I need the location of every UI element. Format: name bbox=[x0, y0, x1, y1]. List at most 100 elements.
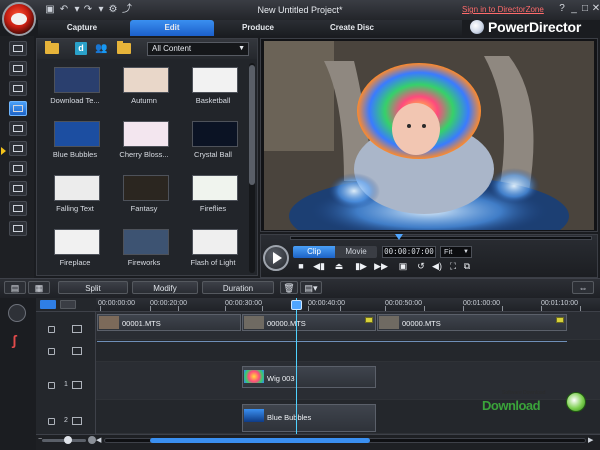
delete-icon[interactable]: 🗑 bbox=[280, 281, 298, 294]
modify-button[interactable]: Modify bbox=[132, 281, 198, 294]
preview-scrubber[interactable] bbox=[290, 236, 592, 240]
track-number: 1 bbox=[64, 381, 68, 388]
preview-video[interactable] bbox=[264, 41, 594, 230]
download-icon[interactable]: 👥 bbox=[95, 43, 111, 55]
brand: PowerDirector bbox=[470, 17, 581, 37]
close-button[interactable]: ✕ bbox=[590, 3, 600, 15]
lock-icon[interactable] bbox=[48, 326, 55, 333]
particle-room-icon[interactable] bbox=[9, 101, 27, 116]
transition-room-icon[interactable] bbox=[9, 141, 27, 156]
split-audio-icon[interactable]: ⏏ bbox=[332, 260, 346, 272]
redo-dropdown-icon[interactable]: ▾ bbox=[95, 4, 107, 15]
timecode-field[interactable]: 00:00:07:00 bbox=[382, 246, 436, 258]
pip-objects-room-icon[interactable] bbox=[9, 81, 27, 96]
zoom-slider-knob[interactable] bbox=[64, 436, 72, 444]
detach-preview-icon[interactable]: ⧉ bbox=[460, 260, 474, 272]
timeline-clip[interactable]: 00001.MTS bbox=[97, 314, 241, 331]
timeline-clip[interactable]: 00000.MTS bbox=[377, 314, 567, 331]
save-icon[interactable]: ▣ bbox=[44, 4, 56, 15]
undo-icon[interactable]: ↶ bbox=[58, 4, 70, 15]
volume-icon[interactable]: ◀) bbox=[430, 260, 444, 272]
storyboard-view-icon[interactable]: ▦ bbox=[28, 281, 50, 294]
loop-icon[interactable]: ↺ bbox=[414, 260, 428, 272]
library-item[interactable]: Crystal Ball bbox=[179, 117, 247, 171]
title-room-icon[interactable] bbox=[9, 121, 27, 136]
library-item[interactable]: Fireplace bbox=[41, 225, 109, 279]
video-track-icon[interactable] bbox=[72, 325, 82, 333]
scroll-left-icon[interactable]: ◀ bbox=[96, 436, 101, 444]
tab-edit[interactable]: Edit bbox=[130, 20, 214, 36]
voice-over-room-icon[interactable] bbox=[9, 181, 27, 196]
library-item[interactable]: Autumn bbox=[110, 63, 178, 117]
signin-link[interactable]: Sign in to DirectorZone bbox=[462, 5, 544, 14]
library-item[interactable]: Basketball bbox=[179, 63, 247, 117]
previous-frame-icon[interactable]: ◀▮ bbox=[312, 260, 326, 272]
clip-mode-toggle[interactable]: Clip bbox=[293, 246, 335, 258]
panel-toggle-arrow-icon[interactable] bbox=[1, 147, 6, 155]
fit-timeline-icon[interactable]: ⇔ bbox=[572, 281, 594, 294]
app-logo[interactable] bbox=[2, 2, 36, 36]
media-room-icon[interactable] bbox=[9, 41, 27, 56]
library-item[interactable]: Flash of Light bbox=[179, 225, 247, 279]
chevron-down-icon: ▼ bbox=[463, 249, 469, 255]
next-frame-icon[interactable]: ▮▶ bbox=[354, 260, 368, 272]
lock-icon[interactable] bbox=[48, 348, 55, 355]
watermark-logo: Software Download Download bbox=[474, 390, 594, 420]
zoom-in-icon[interactable] bbox=[88, 436, 96, 444]
ruler-tick bbox=[580, 306, 581, 311]
playhead-handle[interactable] bbox=[291, 300, 302, 310]
fullscreen-icon[interactable]: ⛶ bbox=[446, 260, 460, 272]
library-item[interactable]: Fireworks bbox=[110, 225, 178, 279]
timeline-clip[interactable]: 00000.MTS bbox=[242, 314, 376, 331]
library-item[interactable]: Cherry Bloss... bbox=[110, 117, 178, 171]
split-button[interactable]: Split bbox=[58, 281, 128, 294]
track-manager-icon[interactable] bbox=[40, 300, 56, 309]
import-folder-icon[interactable] bbox=[45, 41, 59, 54]
library-panel: d 👥 All Content ▼ Download Te... Autumn Ba… bbox=[36, 38, 258, 276]
lock-icon[interactable] bbox=[48, 418, 55, 425]
timeline-clip[interactable]: Blue Bubbles bbox=[242, 404, 376, 432]
library-item[interactable]: Fantasy bbox=[110, 171, 178, 225]
library-scrollbar-thumb[interactable] bbox=[249, 65, 255, 185]
audio-track-icon[interactable] bbox=[72, 347, 82, 355]
content-filter-select[interactable]: All Content ▼ bbox=[147, 42, 249, 56]
magic-tools-icon[interactable] bbox=[8, 304, 26, 322]
timeline-view-icon[interactable]: ▤ bbox=[4, 281, 26, 294]
subtitle-room-icon[interactable] bbox=[9, 221, 27, 236]
tab-capture[interactable]: Capture bbox=[50, 20, 114, 36]
play-button[interactable] bbox=[263, 245, 289, 271]
zoom-fit-select[interactable]: Fit ▼ bbox=[440, 246, 472, 258]
effect-room-icon[interactable] bbox=[9, 61, 27, 76]
timeline-scrollbar-thumb[interactable] bbox=[150, 438, 370, 443]
library-item[interactable]: Falling Text bbox=[41, 171, 109, 225]
audio-mixing-room-icon[interactable] bbox=[9, 161, 27, 176]
chapter-room-icon[interactable] bbox=[9, 201, 27, 216]
library-item[interactable]: Fireflies bbox=[179, 171, 247, 225]
scrubber-knob[interactable] bbox=[395, 234, 403, 240]
library-item-label: Falling Text bbox=[56, 204, 94, 213]
redo-icon[interactable]: ↷ bbox=[82, 4, 94, 15]
pip-track-icon[interactable] bbox=[72, 417, 82, 425]
watermark-big-text: Download bbox=[482, 398, 541, 413]
fast-forward-icon[interactable]: ▶▶ bbox=[374, 260, 388, 272]
explore-folder-icon[interactable] bbox=[117, 41, 131, 54]
directorzone-icon[interactable]: d bbox=[75, 42, 87, 55]
tab-create-disc[interactable]: Create Disc bbox=[312, 20, 392, 36]
duration-button[interactable]: Duration bbox=[202, 281, 274, 294]
export-icon[interactable]: ⤴ bbox=[121, 4, 133, 15]
more-actions-icon[interactable]: ▤▾ bbox=[300, 281, 322, 294]
preferences-icon[interactable]: ⚙ bbox=[107, 4, 119, 15]
enable-track-icon[interactable] bbox=[60, 300, 76, 309]
snapshot-icon[interactable]: ▣ bbox=[396, 260, 410, 272]
slideshow-creator-icon[interactable]: ʃ bbox=[12, 332, 17, 348]
stop-icon[interactable]: ■ bbox=[294, 260, 308, 272]
tab-produce[interactable]: Produce bbox=[226, 20, 290, 36]
pip-track-icon[interactable] bbox=[72, 381, 82, 389]
lock-icon[interactable] bbox=[48, 382, 55, 389]
library-item[interactable]: Download Te... bbox=[41, 63, 109, 117]
timeline-clip[interactable]: Wig 003 bbox=[242, 366, 376, 388]
help-button[interactable]: ? bbox=[556, 3, 568, 15]
library-item[interactable]: Blue Bubbles bbox=[41, 117, 109, 171]
scroll-right-icon[interactable]: ▶ bbox=[588, 436, 593, 444]
movie-mode-toggle[interactable]: Movie bbox=[335, 246, 377, 258]
